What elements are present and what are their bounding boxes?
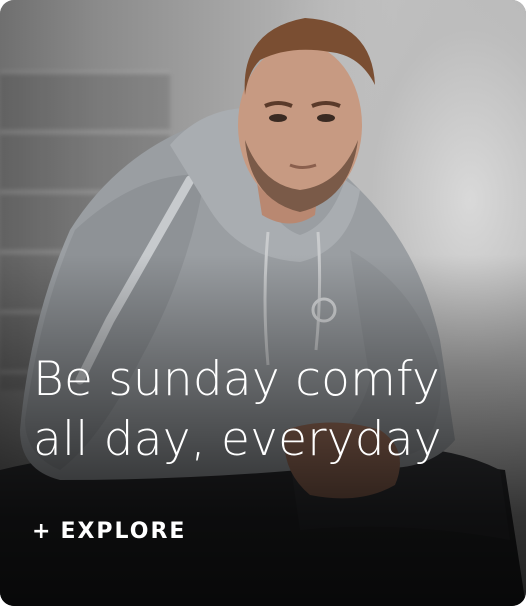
plus-icon: + [32, 519, 51, 544]
headline-line-1: Be sunday comfy [33, 352, 440, 407]
explore-button[interactable]: + EXPLORE [32, 519, 186, 544]
gradient-overlay [0, 0, 526, 606]
headline-line-2: all day, everyday [33, 412, 442, 467]
promo-card[interactable]: Be sunday comfy all day, everyday + EXPL… [0, 0, 526, 606]
promo-headline: Be sunday comfy all day, everyday [33, 350, 503, 470]
explore-label: EXPLORE [60, 519, 187, 544]
